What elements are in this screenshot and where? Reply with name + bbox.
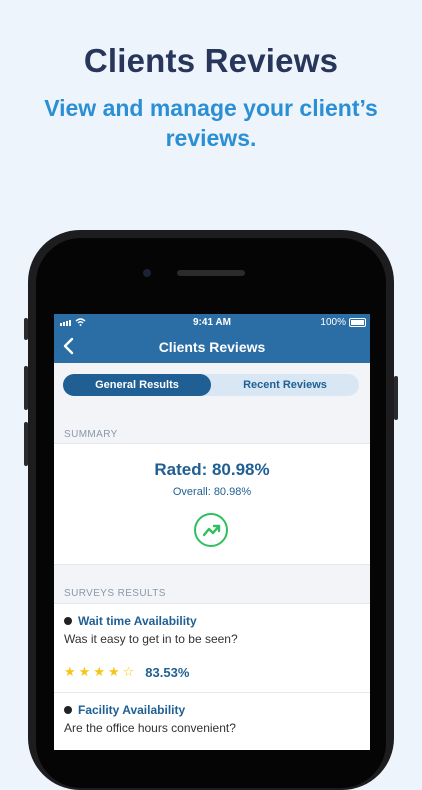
tab-recent-reviews[interactable]: Recent Reviews (211, 374, 359, 396)
nav-title: Clients Reviews (158, 339, 266, 355)
surveys-section-label: SURVEYS RESULTS (64, 588, 166, 599)
tab-bar-container: General Results Recent Reviews (54, 363, 370, 403)
battery-icon (349, 318, 366, 327)
bullet-icon (64, 706, 72, 714)
battery-indicator: 100% (320, 317, 366, 328)
bullet-icon (64, 617, 72, 625)
summary-card: Rated: 80.98% Overall: 80.98% (54, 443, 370, 565)
volume-up-button (24, 366, 28, 410)
survey-title: Wait time Availability (64, 614, 360, 628)
mute-switch (24, 318, 28, 340)
star-filled-icon: ★ (78, 664, 91, 679)
earpiece-speaker (177, 270, 245, 276)
trending-up-icon (194, 513, 228, 547)
volume-down-button (24, 422, 28, 466)
survey-percent: 83.53% (145, 664, 190, 680)
rated-value: Rated: 80.98% (154, 460, 270, 479)
star-filled-icon: ★ (93, 664, 105, 679)
status-bar: 9:41 AM 100% (54, 314, 370, 331)
survey-question: Was it easy to get in to be seen? (64, 632, 238, 646)
power-button (394, 376, 398, 420)
star-rating: ★ ★ ★ ★ ☆ 83.53% (64, 664, 360, 680)
summary-section-label: SUMMARY (64, 429, 118, 440)
star-empty-icon: ☆ (122, 664, 135, 679)
promo-headline: Clients Reviews (83, 42, 339, 79)
nav-bar: Clients Reviews (54, 331, 370, 363)
survey-title: Facility Availability (64, 703, 360, 717)
star-filled-icon: ★ (107, 664, 120, 679)
star-filled-icon: ★ (64, 664, 76, 679)
front-camera (143, 269, 151, 277)
survey-item[interactable]: Facility Availability Are the office hou… (54, 692, 370, 750)
promo-subhead: View and manage your client’s reviews. (44, 95, 378, 151)
segmented-control: General Results Recent Reviews (63, 374, 359, 396)
tab-general-results[interactable]: General Results (63, 374, 211, 396)
survey-item[interactable]: Wait time Availability Was it easy to ge… (54, 603, 370, 692)
survey-question: Are the office hours convenient? (64, 721, 236, 735)
overall-value: Overall: 80.98% (172, 486, 252, 498)
battery-percent: 100% (320, 317, 346, 328)
app-screen: 9:41 AM 100% Clients Reviews General Res… (54, 314, 370, 750)
